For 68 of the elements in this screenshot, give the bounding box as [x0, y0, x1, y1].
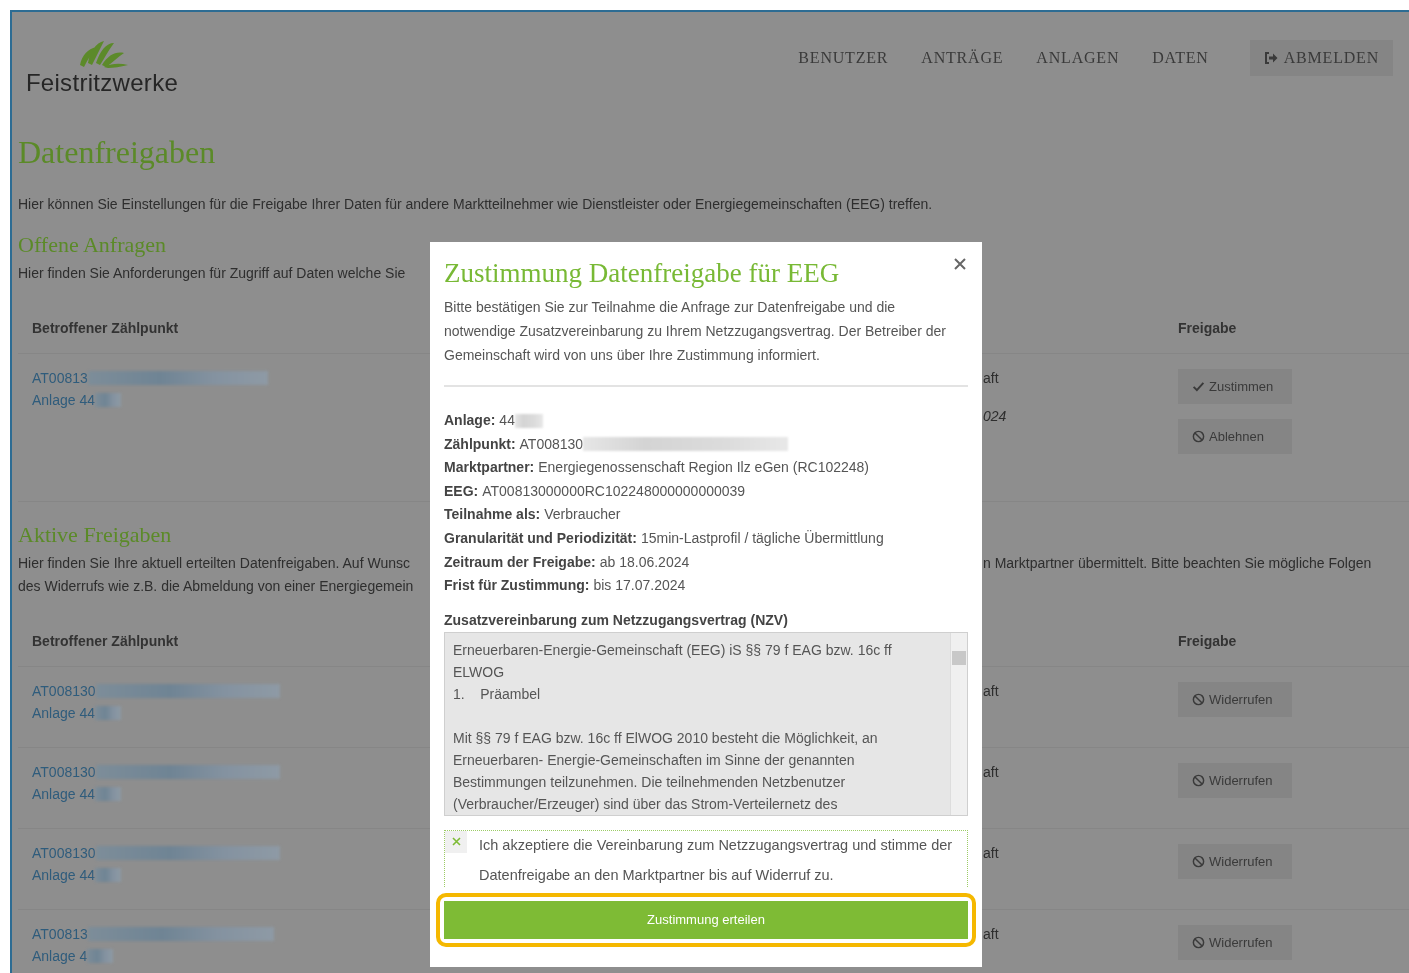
detail-line: Anlage: 44 [444, 409, 968, 433]
dialog-title: Zustimmung Datenfreigabe für EEG [444, 258, 840, 289]
column-header: Freigabe [1178, 320, 1238, 336]
section-text: Hier finden Sie Ihre aktuell erteilten Datenfreigaben. Auf Wunsc [18, 554, 411, 573]
meter-link[interactable]: AT008130 [32, 845, 430, 861]
detail-line: Frist für Zustimmung: bis 17.07.2024 [444, 576, 687, 596]
section-heading: Offene Anfragen [18, 232, 167, 258]
nav-link[interactable]: ANLAGEN [1036, 49, 1120, 67]
section-heading: Aktive Freigaben [18, 522, 172, 548]
block-icon [1192, 936, 1205, 949]
logo-text: Feistritzwerke [25, 69, 179, 97]
detail-line: Zeitraum der Freigabe: ab 18.06.2024 [444, 552, 691, 572]
logout-button[interactable]: ABMELDEN [1249, 40, 1393, 76]
column-header: Betroffener Zählpunkt [32, 320, 179, 336]
plant-link[interactable]: Anlage 44 [32, 786, 430, 802]
table-cell-text: aft [983, 683, 1000, 699]
revoke-button[interactable]: Widerrufen [1178, 925, 1292, 960]
agreement-paragraph: Mit §§ 79 f EAG bzw. 16c ff ElWOG 2010 besteht die Möglichkeit, an Erneuerbaren- Energie-Gemeinschaften im Sinne der genannten Bestimmungen teilzunehmen. Die teilnehmenden Netzbenutzer (Verbraucher/Erzeuger) sind über das Strom-Verteilernetz des [453, 728, 879, 814]
table-cell-text: aft [983, 926, 1000, 942]
section-text: Hier finden Sie Anforderungen für Zugriff auf Daten welche Sie [18, 264, 407, 283]
submit-button[interactable]: Zustimmung erteilen [444, 900, 968, 939]
dialog-intro: Bitte bestätigen Sie zur Teilnahme die Anfrage zur Datenfreigabe und die notwendige Zusatzvereinbarung zu Ihrem Netzzugangsvertrag. Der Betreiber der Gemeinschaft wird von uns über Ihre Zustimmung informiert. [444, 298, 947, 365]
page-description: Hier können Sie Einstellungen für die Freigabe Ihrer Daten für andere Marktteilnehmer wie Dienstleister oder Energiegemeinschaften (EEG) treffen. [18, 195, 934, 214]
table-cell-text: 024 [983, 408, 1008, 424]
sign-out-icon [1263, 52, 1278, 64]
block-icon [1192, 774, 1205, 787]
meter-link[interactable]: AT008130 [32, 683, 430, 699]
block-icon [1192, 430, 1205, 443]
detail-line: Granularität und Periodizität: 15min-Lastprofil / tägliche Übermittlung [444, 528, 885, 548]
table-cell-text: aft [983, 764, 1000, 780]
plant-link[interactable]: Anlage 44 [32, 392, 430, 408]
consent-label: Ich akzeptiere die Vereinbarung zum Netzzugangsvertrag und stimme der Datenfreigabe an den Marktpartner bis auf Widerruf zu. [479, 835, 954, 885]
plant-link[interactable]: Anlage 44 [32, 867, 430, 883]
detail-line: Marktpartner: Energiegenossenschaft Region Ilz eGen (RC102248) [444, 458, 870, 478]
reject-button[interactable]: Ablehnen [1178, 419, 1292, 454]
check-icon [1192, 380, 1205, 393]
block-icon [1192, 855, 1205, 868]
column-header: Freigabe [1178, 633, 1238, 649]
plant-link[interactable]: Anlage 4 [32, 948, 430, 964]
agreement-heading: Zusatzvereinbarung zum Netzzugangsvertrag (NZV) [444, 611, 789, 628]
cross-mark-icon [451, 837, 461, 847]
agreement-paragraph: 1. Präambel [453, 684, 542, 704]
column-header: Betroffener Zählpunkt [32, 633, 179, 649]
revoke-button[interactable]: Widerrufen [1178, 844, 1292, 879]
table-cell-text: aft [983, 845, 1000, 861]
meter-link[interactable]: AT008130 [32, 764, 430, 780]
nav-link[interactable]: ANTRÄGE [921, 49, 1004, 67]
meter-link[interactable]: AT00813 [32, 926, 430, 942]
plant-link[interactable]: Anlage 44 [32, 705, 430, 721]
page-title: Datenfreigaben [18, 134, 217, 171]
block-icon [1192, 693, 1205, 706]
detail-line: EEG: AT00813000000RC102248000000000039 [444, 481, 747, 501]
meter-link[interactable]: AT00813 [32, 370, 430, 386]
detail-line: Zählpunkt: AT008130 [444, 432, 968, 457]
approve-button[interactable]: Zustimmen [1178, 369, 1292, 404]
consent-checkbox[interactable] [445, 830, 467, 853]
revoke-button[interactable]: Widerrufen [1178, 682, 1292, 717]
scrollbar[interactable] [950, 632, 967, 815]
close-icon [954, 258, 966, 270]
agreement-paragraph: Erneuerbaren-Energie-Gemeinschaft (EEG) iS §§ 79 f EAG bzw. 16c ff ELWOG [453, 640, 893, 682]
agreement-text-area[interactable] [444, 631, 968, 816]
revoke-button[interactable]: Widerrufen [1178, 763, 1292, 798]
table-cell-text: aft [983, 370, 1000, 386]
section-text: n Marktpartner übermittelt. Bitte beachten Sie mögliche Folgen [983, 554, 1373, 573]
detail-line: Teilnahme als: Verbraucher [444, 505, 622, 525]
section-text: des Widerrufs wie z.B. die Abmeldung von einer Energiegemein [18, 577, 415, 596]
nav-link[interactable]: DATEN [1152, 49, 1209, 67]
nav-link[interactable]: BENUTZER [798, 49, 889, 67]
